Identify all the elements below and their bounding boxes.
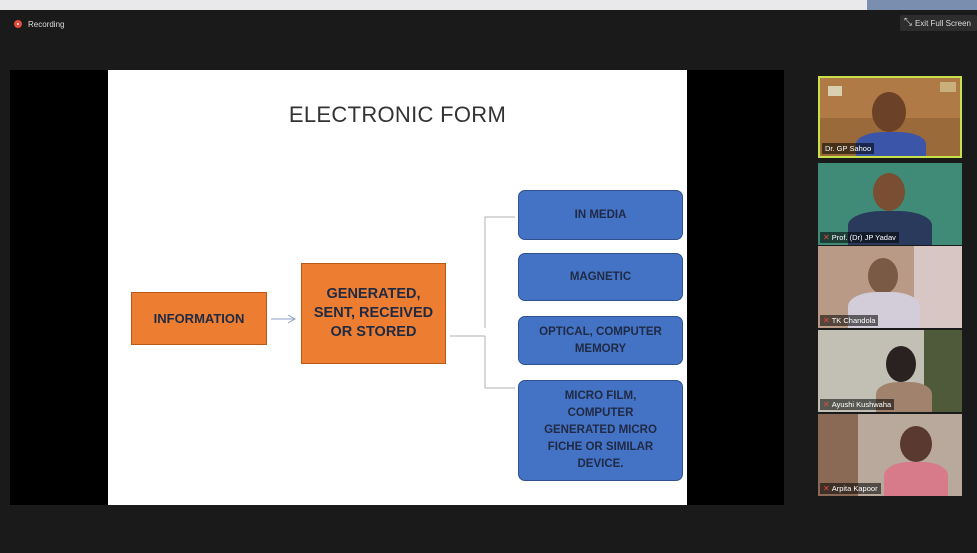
mic-muted-icon: ✕ [823, 484, 830, 493]
participant-video [884, 462, 948, 496]
target-box-microfilm: MICRO FILM, COMPUTER GENERATED MICRO FIC… [518, 380, 683, 481]
recording-indicator[interactable]: Recording [14, 17, 64, 31]
participant-name-text: Arpita Kapoor [831, 484, 878, 493]
participant-name: ✕ Ayushi Kushwaha [820, 399, 895, 410]
participant-tile[interactable]: ✕ TK Chandola [818, 246, 962, 328]
participant-name: ✕ TK Chandola [820, 315, 879, 326]
participant-name: ✕ Prof. (Dr) JP Yadav [820, 232, 899, 243]
participant-tile[interactable]: ✕ Ayushi Kushwaha [818, 330, 962, 412]
mic-muted-icon: ✕ [823, 316, 830, 325]
participant-name-text: TK Chandola [831, 316, 876, 325]
recording-icon [14, 20, 22, 28]
target-box-media: IN MEDIA [518, 190, 683, 240]
participant-name-text: Dr. GP Sahoo [825, 144, 872, 153]
participant-video [872, 92, 906, 132]
exit-fullscreen-icon: ⤡ [903, 17, 912, 28]
top-strip-accent [867, 0, 977, 10]
video-background [914, 246, 962, 328]
slide-title: ELECTRONIC FORM [288, 102, 507, 127]
mic-muted-icon: ✕ [823, 233, 830, 242]
participant-video [886, 346, 916, 382]
participant-name-text: Ayushi Kushwaha [831, 400, 892, 409]
target-box-optical: OPTICAL, COMPUTER MEMORY [518, 316, 683, 365]
participant-name: ✕ Arpita Kapoor [820, 483, 881, 494]
recording-label: Recording [28, 19, 65, 29]
participant-video [873, 173, 905, 211]
presentation-slide: ELECTRONIC FORM INFORMATION GENERATED, S… [108, 70, 687, 505]
video-background [828, 86, 842, 96]
generated-box: GENERATED, SENT, RECEIVED OR STORED [301, 263, 446, 364]
participant-name: Dr. GP Sahoo [822, 143, 875, 154]
participant-name-text: Prof. (Dr) JP Yadav [831, 233, 896, 242]
participant-tile[interactable]: ✕ Prof. (Dr) JP Yadav [818, 163, 962, 245]
participant-video [868, 258, 898, 294]
participant-tile[interactable]: ✕ Arpita Kapoor [818, 414, 962, 496]
exit-fullscreen-label: Exit Full Screen [914, 18, 971, 28]
mic-muted-icon: ✕ [823, 400, 830, 409]
participant-tile[interactable]: Dr. GP Sahoo [818, 76, 962, 158]
top-strip [0, 0, 977, 10]
exit-fullscreen-button[interactable]: ⤡ Exit Full Screen [899, 15, 977, 31]
video-background [940, 82, 956, 92]
information-box: INFORMATION [131, 292, 267, 345]
target-box-magnetic: MAGNETIC [518, 253, 683, 301]
participant-video [900, 426, 932, 462]
